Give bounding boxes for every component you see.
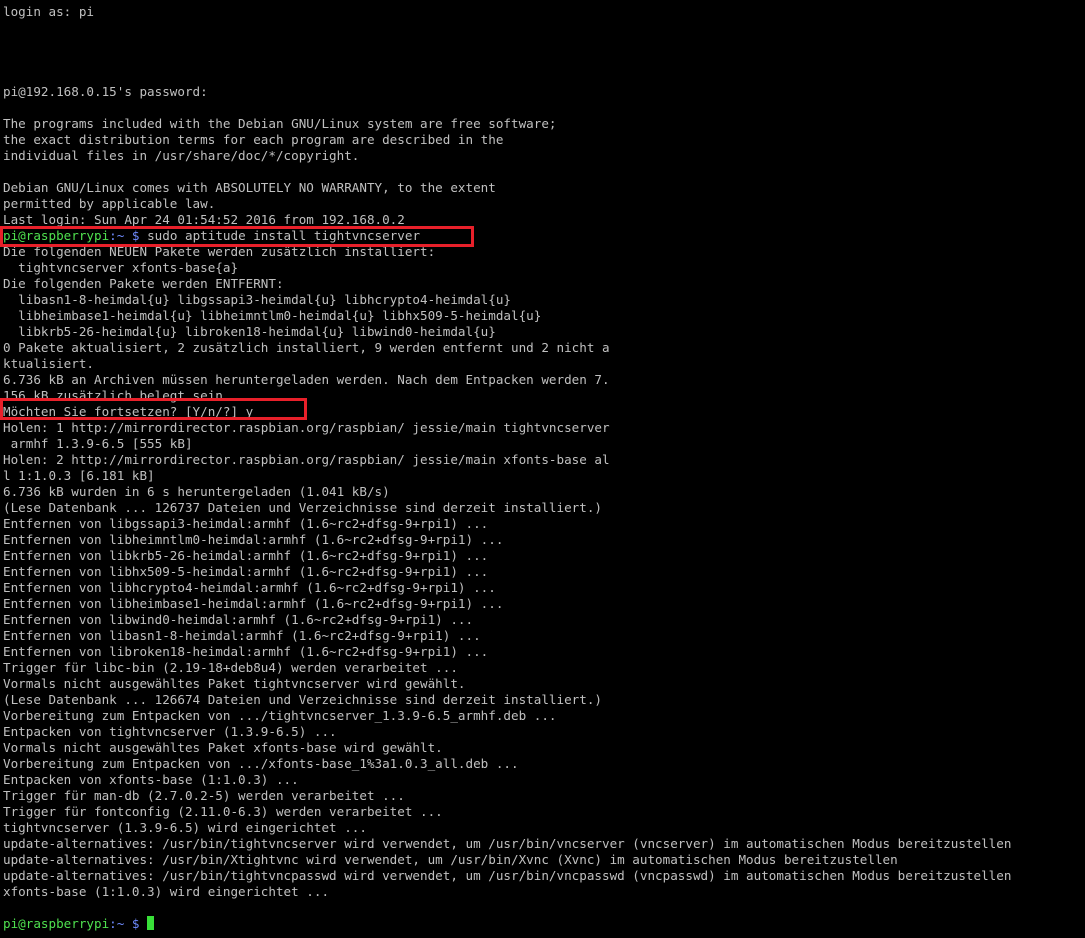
terminal-line: l 1:1.0.3 [6.181 kB] [3,468,155,483]
terminal-line: Holen: 2 http://mirrordirector.raspbian.… [3,452,610,467]
terminal-line: The programs included with the Debian GN… [3,116,557,131]
terminal-line: Entfernen von libheimbase1-heimdal:armhf… [3,596,504,611]
terminal-line: 6.736 kB wurden in 6 s heruntergeladen (… [3,484,390,499]
terminal-line: the exact distribution terms for each pr… [3,132,504,147]
terminal-line: Entpacken von tightvncserver (1.3.9-6.5)… [3,724,337,739]
terminal-line: Entfernen von libkrb5-26-heimdal:armhf (… [3,548,489,563]
terminal-line: Entpacken von xfonts-base (1:1.0.3) ... [3,772,299,787]
final-prompt-path: :~ [109,916,125,931]
terminal-line: login as: pi [3,4,94,19]
terminal-line: update-alternatives: /usr/bin/tightvncse… [3,836,1012,851]
terminal-line: Trigger für man-db (2.7.0.2-5) werden ve… [3,788,405,803]
terminal-line: (Lese Datenbank ... 126737 Dateien und V… [3,500,602,515]
text-cursor [147,916,155,930]
login-output: login as: pi pi@192.168.0.15's password: T… [3,4,1085,228]
terminal-line: 0 Pakete aktualisiert, 2 zusätzlich inst… [3,340,610,355]
terminal-line: (Lese Datenbank ... 126674 Dateien und V… [3,692,602,707]
terminal-line: pi@192.168.0.15's password: [3,84,208,99]
final-prompt-line[interactable]: pi@raspberrypi:~ $ [3,916,1085,932]
terminal-line: Die folgenden Pakete werden ENTFERNT: [3,276,284,291]
terminal-line: Vormals nicht ausgewähltes Paket xfonts-… [3,740,443,755]
terminal-line: xfonts-base (1:1.0.3) wird eingerichtet … [3,884,330,899]
terminal-line: Trigger für libc-bin (2.19-18+deb8u4) we… [3,660,458,675]
final-prompt-symbol: $ [124,916,148,931]
install-output: Holen: 1 http://mirrordirector.raspbian.… [3,420,1085,916]
terminal-window[interactable]: login as: pi pi@192.168.0.15's password: T… [0,0,1085,938]
terminal-line: libasn1-8-heimdal{u} libgssapi3-heimdal{… [3,292,511,307]
terminal-line: libheimbase1-heimdal{u} libheimntlm0-hei… [3,308,542,323]
terminal-line: 6.736 kB an Archiven müssen heruntergela… [3,372,610,387]
aptitude-output: Die folgenden NEUEN Pakete werden zusätz… [3,244,1085,404]
confirm-highlight-box [0,398,307,420]
terminal-line: libkrb5-26-heimdal{u} libroken18-heimdal… [3,324,496,339]
terminal-line: Entfernen von libasn1-8-heimdal:armhf (1… [3,628,481,643]
terminal-line: Trigger für fontconfig (2.11.0-6.3) werd… [3,804,443,819]
terminal-line: ktualisiert. [3,356,94,371]
terminal-line: tightvncserver xfonts-base{a} [3,260,239,275]
final-prompt-user-host: pi@raspberrypi [3,916,110,931]
terminal-line: Entfernen von libhcrypto4-heimdal:armhf … [3,580,496,595]
terminal-line: Vormals nicht ausgewähltes Paket tightvn… [3,676,466,691]
terminal-line: update-alternatives: /usr/bin/tightvncpa… [3,868,1012,883]
terminal-line: Holen: 1 http://mirrordirector.raspbian.… [3,420,610,435]
terminal-line: Entfernen von libhx509-5-heimdal:armhf (… [3,564,489,579]
terminal-line: Entfernen von libgssapi3-heimdal:armhf (… [3,516,489,531]
command-highlight-box [0,226,474,247]
terminal-line: Vorbereitung zum Entpacken von .../tight… [3,708,557,723]
terminal-line: armhf 1.3.9-6.5 [555 kB] [3,436,193,451]
terminal-line: Debian GNU/Linux comes with ABSOLUTELY N… [3,180,496,195]
terminal-line: permitted by applicable law. [3,196,216,211]
terminal-line: tightvncserver (1.3.9-6.5) wird eingeric… [3,820,367,835]
terminal-line: update-alternatives: /usr/bin/Xtightvnc … [3,852,898,867]
terminal-line: Entfernen von libheimntlm0-heimdal:armhf… [3,532,504,547]
terminal-line: Entfernen von libroken18-heimdal:armhf (… [3,644,489,659]
terminal-line: individual files in /usr/share/doc/*/cop… [3,148,360,163]
terminal-line: Entfernen von libwind0-heimdal:armhf (1.… [3,612,474,627]
terminal-line: Vorbereitung zum Entpacken von .../xfont… [3,756,519,771]
